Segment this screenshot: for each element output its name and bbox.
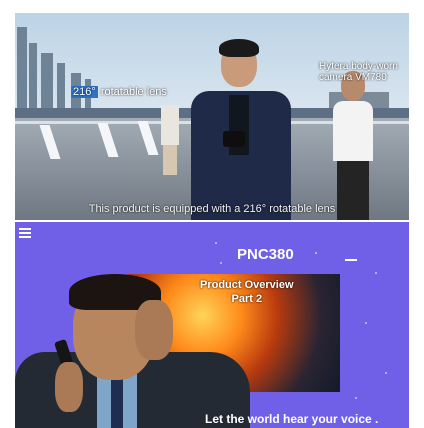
overview-line-1: Product Overview bbox=[200, 279, 294, 291]
man-tie bbox=[111, 378, 123, 428]
video-caption: This product is equipped with a 216° rot… bbox=[88, 203, 336, 215]
body-camera-device bbox=[223, 131, 245, 147]
presenter-hair bbox=[219, 39, 259, 57]
menu-icon[interactable] bbox=[19, 226, 31, 240]
phone-hand bbox=[55, 362, 83, 412]
bystander bbox=[161, 105, 179, 145]
title-dash bbox=[345, 259, 357, 261]
video-thumbnail-pnc380[interactable]: PNC380 Product Overview Part 2 Let the w… bbox=[15, 222, 409, 428]
man-hand bbox=[135, 300, 173, 360]
lens-label-highlight: 216° bbox=[71, 86, 98, 98]
slogan: Let the world hear your voice . bbox=[205, 412, 379, 426]
model-name: PNC380 bbox=[237, 246, 294, 263]
city-skyline bbox=[15, 23, 135, 113]
video-thumbnail-vm780[interactable]: 216° rotatable lens Hytera body-worn cam… bbox=[15, 13, 409, 220]
overview-line-2: Part 2 bbox=[231, 293, 263, 305]
camera-label: Hytera body-worn camera VM780 bbox=[319, 61, 398, 83]
lens-label-text: rotatable lens bbox=[100, 86, 167, 98]
lens-label: 216° rotatable lens bbox=[71, 86, 167, 98]
camera-wearer bbox=[333, 101, 373, 161]
overview-title: Product Overview Part 2 bbox=[200, 278, 294, 306]
bystander-legs bbox=[163, 145, 177, 175]
